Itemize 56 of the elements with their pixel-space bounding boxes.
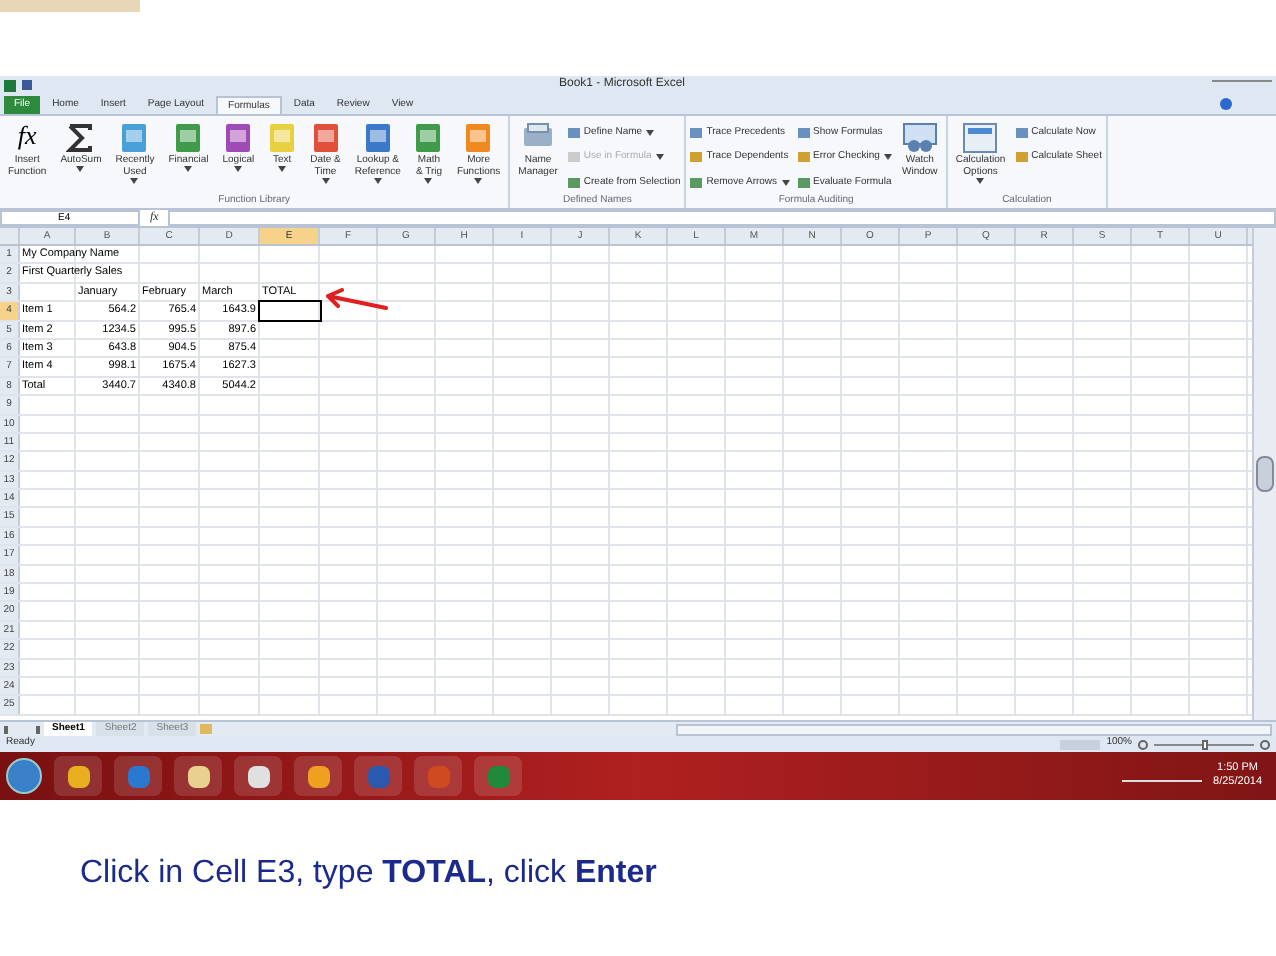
caption-text: Click in Cell E3, type TOTAL, click Enter <box>80 854 657 894</box>
caret-icon <box>976 178 985 184</box>
active-cell[interactable] <box>260 302 320 320</box>
book-icon <box>224 122 253 154</box>
caret-icon <box>321 178 330 184</box>
command-icon <box>690 127 703 138</box>
book-icon <box>268 122 297 154</box>
command-icon <box>797 152 810 163</box>
command-icon <box>567 178 580 189</box>
vertical-scrollbar[interactable] <box>1252 228 1276 720</box>
excel-logo-icon <box>4 79 16 91</box>
caret-icon <box>883 154 892 161</box>
caret-icon <box>234 166 243 172</box>
slide-decoration <box>0 0 140 12</box>
sigma-icon <box>66 122 95 154</box>
caret-icon <box>130 178 139 184</box>
command-icon <box>1015 152 1028 163</box>
book-icon <box>414 122 443 154</box>
taskbar-app-icon[interactable] <box>174 756 222 796</box>
watch-window-icon <box>901 122 938 154</box>
zoom-in-icon[interactable] <box>1260 739 1270 749</box>
scroll-handle[interactable] <box>1256 456 1274 492</box>
help-icon[interactable] <box>1220 98 1232 110</box>
start-button-icon[interactable] <box>6 758 42 794</box>
caret-icon <box>646 129 655 136</box>
command-icon <box>1015 127 1028 138</box>
arrow-icon <box>320 288 388 312</box>
book-icon <box>174 122 203 154</box>
function-glyph: fx <box>17 122 37 154</box>
caret-icon <box>424 178 433 184</box>
command-icon <box>797 127 810 138</box>
new-sheet-icon[interactable] <box>200 724 213 734</box>
command-icon <box>690 152 703 163</box>
command-icon <box>690 178 703 189</box>
taskbar-app-icon[interactable] <box>294 756 342 796</box>
command-icon <box>567 152 580 163</box>
taskbar-app-icon[interactable] <box>234 756 282 796</box>
caret-icon <box>655 154 664 161</box>
book-icon <box>363 122 392 154</box>
caret-icon <box>373 178 382 184</box>
caret-icon <box>474 178 483 184</box>
calculator-sheet-icon <box>962 122 999 154</box>
caret-icon <box>184 166 193 172</box>
caret-icon <box>76 166 85 172</box>
book-icon <box>311 122 340 154</box>
zoom-out-icon[interactable] <box>1138 739 1148 749</box>
command-icon <box>797 178 810 189</box>
taskbar-app-icon[interactable] <box>54 756 102 796</box>
book-icon <box>120 122 149 154</box>
caret-icon <box>278 166 287 172</box>
command-icon <box>567 127 580 138</box>
zoom-slider-thumb[interactable] <box>1201 739 1207 749</box>
caret-icon <box>781 180 790 187</box>
book-icon <box>464 122 493 154</box>
formula-bar[interactable] <box>168 210 1276 226</box>
horizontal-scrollbar[interactable] <box>676 723 1272 735</box>
